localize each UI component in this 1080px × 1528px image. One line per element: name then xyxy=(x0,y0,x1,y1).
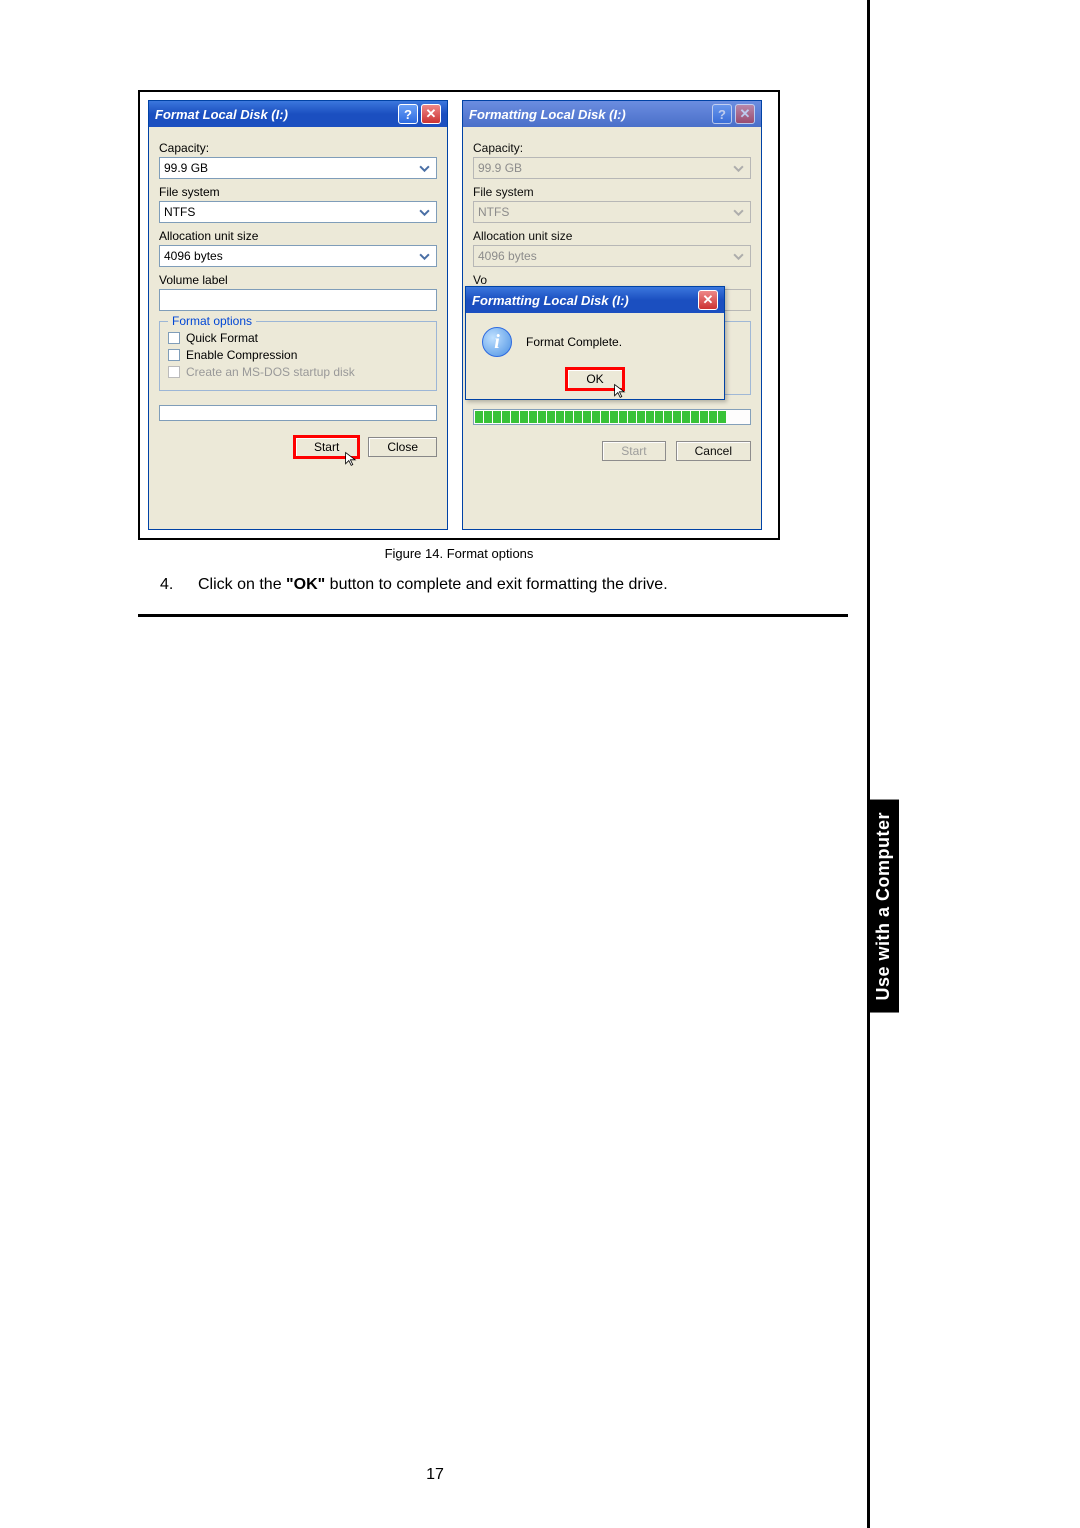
msdos-startup-option: Create an MS-DOS startup disk xyxy=(168,365,428,379)
titlebar: Format Local Disk (I:) ? ✕ xyxy=(149,101,447,127)
step-number: 4. xyxy=(160,576,196,594)
page-number: 17 xyxy=(0,1466,870,1484)
quick-format-option[interactable]: Quick Format xyxy=(168,331,428,345)
checkbox-icon xyxy=(168,366,180,378)
chevron-down-icon xyxy=(730,204,746,220)
alloc-select[interactable]: 4096 bytes xyxy=(159,245,437,267)
chevron-down-icon xyxy=(416,248,432,264)
filesystem-select[interactable]: NTFS xyxy=(159,201,437,223)
chevron-down-icon xyxy=(416,204,432,220)
volume-label-partial: Vo xyxy=(473,273,751,287)
volume-input[interactable] xyxy=(159,289,437,311)
window-title: Format Local Disk (I:) xyxy=(155,107,288,122)
quick-format-label: Quick Format xyxy=(186,331,258,345)
instruction-step: 4. Click on the "OK" button to complete … xyxy=(160,576,800,594)
filesystem-value: NTFS xyxy=(478,205,509,219)
info-icon: i xyxy=(482,327,512,357)
alloc-value: 4096 bytes xyxy=(478,249,537,263)
start-button: Start xyxy=(602,441,665,461)
help-icon[interactable]: ? xyxy=(398,104,418,124)
capacity-select[interactable]: 99.9 GB xyxy=(159,157,437,179)
close-icon: ✕ xyxy=(735,104,755,124)
checkbox-icon xyxy=(168,332,180,344)
close-button[interactable]: Close xyxy=(368,437,437,457)
section-tab: Use with a Computer xyxy=(868,800,899,1013)
filesystem-select: NTFS xyxy=(473,201,751,223)
close-icon[interactable]: ✕ xyxy=(421,104,441,124)
cursor-icon xyxy=(613,383,629,399)
popup-message: Format Complete. xyxy=(526,335,622,349)
capacity-select: 99.9 GB xyxy=(473,157,751,179)
filesystem-label: File system xyxy=(473,185,751,199)
msdos-startup-label: Create an MS-DOS startup disk xyxy=(186,365,355,379)
alloc-select: 4096 bytes xyxy=(473,245,751,267)
cursor-icon xyxy=(344,451,360,467)
checkbox-icon xyxy=(168,349,180,361)
format-dialog-initial: Format Local Disk (I:) ? ✕ Capacity: 99.… xyxy=(148,100,448,530)
capacity-value: 99.9 GB xyxy=(478,161,522,175)
format-complete-popup: Formatting Local Disk (I:) ✕ i Format Co… xyxy=(465,286,725,400)
chevron-down-icon xyxy=(730,248,746,264)
step-text: Click on the "OK" button to complete and… xyxy=(198,576,668,594)
popup-title: Formatting Local Disk (I:) xyxy=(472,293,629,308)
chevron-down-icon xyxy=(416,160,432,176)
figure-container: Format Local Disk (I:) ? ✕ Capacity: 99.… xyxy=(138,90,780,540)
help-icon: ? xyxy=(712,104,732,124)
titlebar: Formatting Local Disk (I:) ? ✕ xyxy=(463,101,761,127)
filesystem-value: NTFS xyxy=(164,205,195,219)
capacity-label: Capacity: xyxy=(473,141,751,155)
section-divider xyxy=(138,614,848,617)
capacity-label: Capacity: xyxy=(159,141,437,155)
format-options-legend: Format options xyxy=(168,314,256,328)
alloc-value: 4096 bytes xyxy=(164,249,223,263)
enable-compression-label: Enable Compression xyxy=(186,348,297,362)
close-icon[interactable]: ✕ xyxy=(698,290,718,310)
alloc-label: Allocation unit size xyxy=(159,229,437,243)
progress-bar xyxy=(473,409,751,425)
enable-compression-option[interactable]: Enable Compression xyxy=(168,348,428,362)
progress-bar xyxy=(159,405,437,421)
format-dialog-progress: Formatting Local Disk (I:) ? ✕ Capacity:… xyxy=(462,100,762,530)
capacity-value: 99.9 GB xyxy=(164,161,208,175)
figure-caption: Figure 14. Format options xyxy=(138,546,780,561)
format-options-group: Format options Quick Format Enable Compr… xyxy=(159,321,437,391)
chevron-down-icon xyxy=(730,160,746,176)
volume-label: Volume label xyxy=(159,273,437,287)
filesystem-label: File system xyxy=(159,185,437,199)
cancel-button[interactable]: Cancel xyxy=(676,441,751,461)
window-title: Formatting Local Disk (I:) xyxy=(469,107,626,122)
popup-titlebar: Formatting Local Disk (I:) ✕ xyxy=(466,287,724,313)
alloc-label: Allocation unit size xyxy=(473,229,751,243)
